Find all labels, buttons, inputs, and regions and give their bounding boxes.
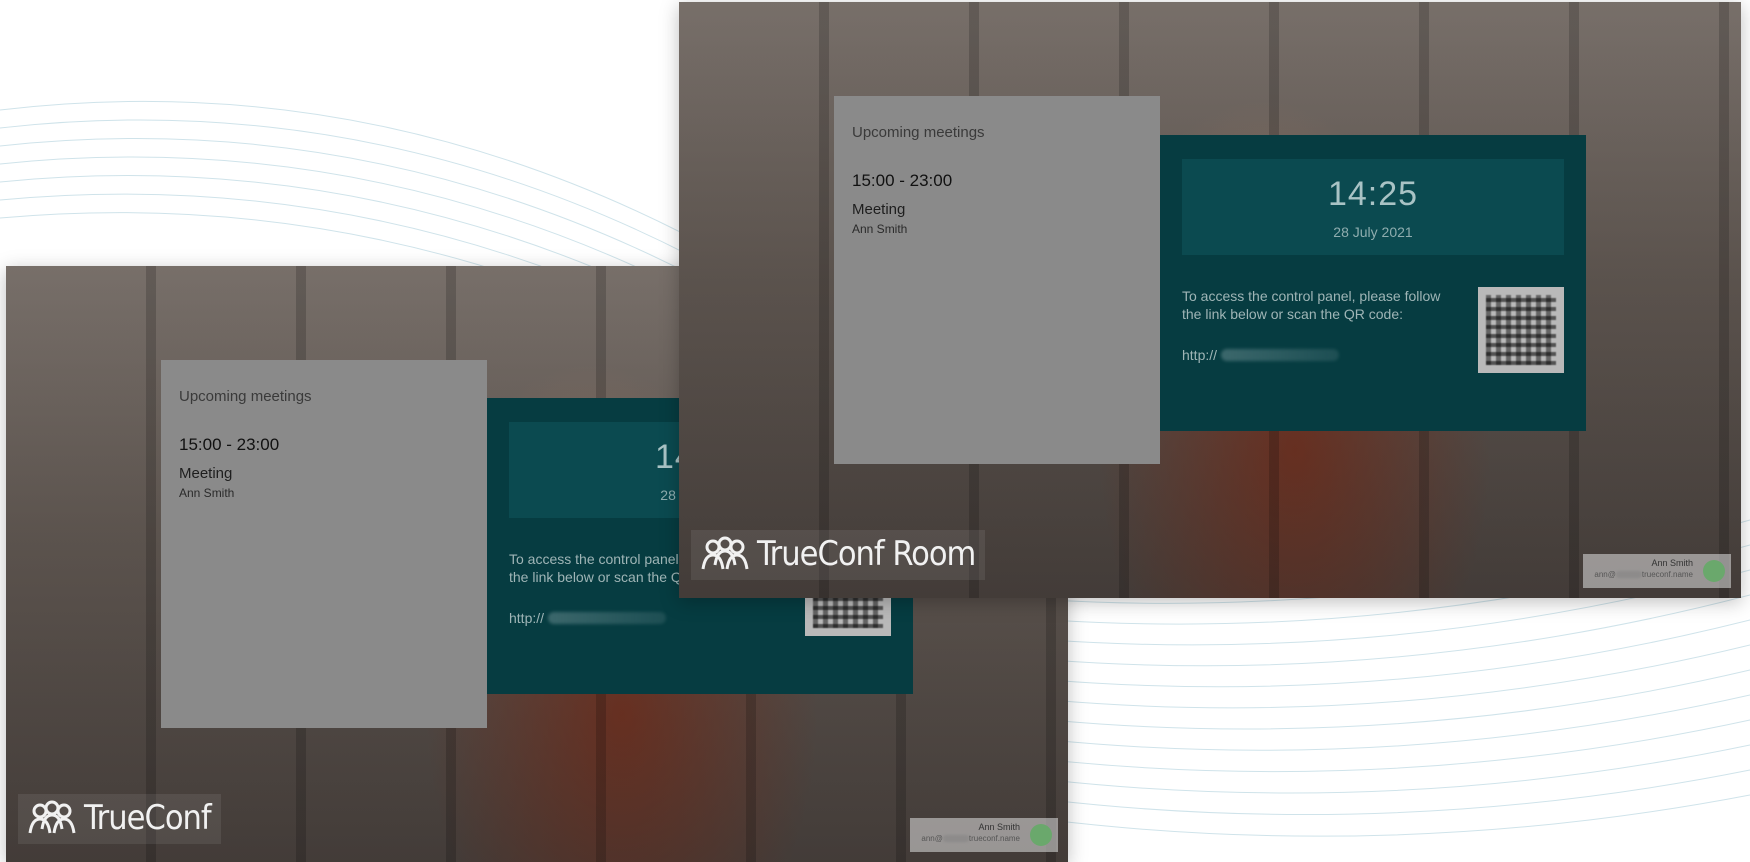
- status-dot-icon: [1703, 560, 1725, 582]
- clock-box: 14:25 28 July 2021: [1182, 159, 1564, 255]
- logo-text: TrueConf Room: [757, 534, 976, 574]
- status-dot-icon: [1030, 824, 1052, 846]
- control-panel-link[interactable]: http://: [1182, 347, 1462, 363]
- logo-text: TrueConf: [84, 798, 212, 838]
- people-logo-icon: [701, 536, 749, 570]
- clock-time: 14:25: [1327, 175, 1419, 213]
- link-prefix: http://: [1182, 347, 1218, 363]
- meeting-organizer: Ann Smith: [852, 222, 908, 236]
- meetings-panel: Upcoming meetings 15:00 - 23:00 Meeting …: [834, 96, 1160, 464]
- people-logo-icon: [28, 800, 76, 834]
- blurred-host: [1615, 571, 1642, 579]
- screen-trueconf-room: 14:25 28 July 2021 To access the control…: [679, 2, 1741, 598]
- meeting-subject: Meeting: [852, 201, 906, 218]
- blurred-address: [548, 612, 667, 624]
- user-badge: Ann Smith ann@ trueconf.name: [1583, 554, 1731, 588]
- blurred-address: [1221, 349, 1340, 361]
- user-host: ann@ trueconf.name: [1594, 570, 1693, 579]
- qr-code-icon: [1478, 287, 1564, 373]
- access-instructions: To access the control panel, please foll…: [1182, 288, 1441, 322]
- meetings-title: Upcoming meetings: [179, 388, 312, 405]
- meeting-organizer: Ann Smith: [179, 486, 235, 500]
- trueconf-room-logo: TrueConf Room: [691, 530, 986, 580]
- clock-date: 28 July 2021: [1333, 224, 1413, 240]
- access-row: To access the control panel, please foll…: [1182, 287, 1564, 373]
- user-badge: Ann Smith ann@ trueconf.name: [910, 818, 1058, 852]
- trueconf-logo: TrueConf: [18, 794, 221, 844]
- meeting-time: 15:00 - 23:00: [852, 171, 953, 190]
- meeting-subject: Meeting: [179, 465, 233, 482]
- blurred-host: [942, 835, 969, 843]
- clock-panel: 14:25 28 July 2021 To access the control…: [1160, 135, 1586, 431]
- meetings-panel: Upcoming meetings 15:00 - 23:00 Meeting …: [161, 360, 487, 728]
- user-name: Ann Smith: [978, 822, 1020, 832]
- user-host: ann@ trueconf.name: [921, 834, 1020, 843]
- control-panel-link[interactable]: http://: [509, 610, 789, 626]
- meeting-time: 15:00 - 23:00: [179, 435, 280, 454]
- meetings-title: Upcoming meetings: [852, 124, 985, 141]
- user-name: Ann Smith: [1651, 558, 1693, 568]
- link-prefix: http://: [509, 610, 545, 626]
